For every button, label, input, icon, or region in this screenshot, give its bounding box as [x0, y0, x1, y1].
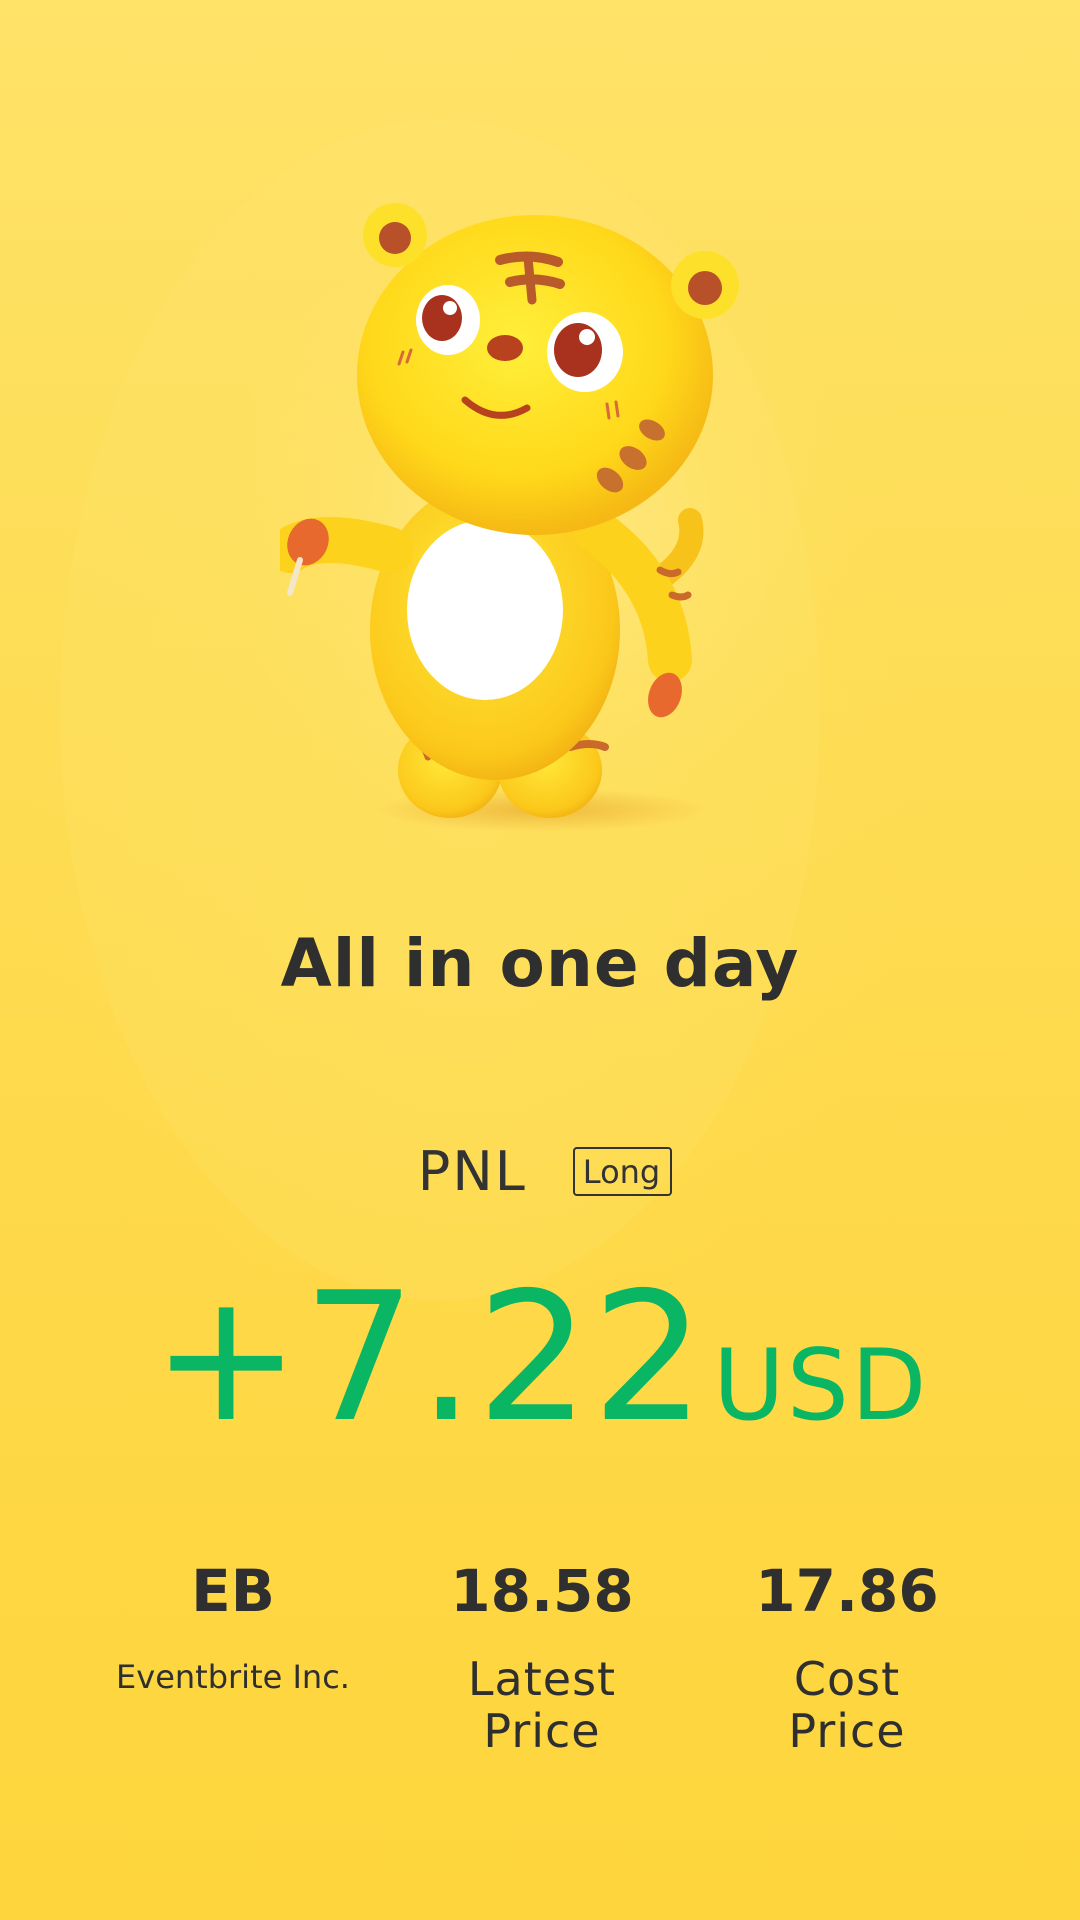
- position-badge: Long: [572, 1147, 673, 1196]
- latest-price-label: Latest Price: [392, 1653, 692, 1757]
- pnl-amount-value: +7.22: [151, 1254, 708, 1461]
- stat-cost-price: 17.86 Cost Price: [697, 1553, 997, 1757]
- stat-latest-price: 18.58 Latest Price: [392, 1553, 692, 1757]
- page-title: All in one day: [280, 925, 800, 1002]
- stat-symbol: EB Eventbrite Inc.: [83, 1553, 383, 1697]
- pnl-amount: +7.22 USD: [0, 1268, 1080, 1448]
- pnl-amount-currency: USD: [713, 1329, 929, 1443]
- cost-price-value: 17.86: [755, 1557, 939, 1625]
- stock-symbol: EB: [191, 1557, 275, 1625]
- cost-price-label: Cost Price: [697, 1653, 997, 1757]
- stock-name: Eventbrite Inc.: [116, 1658, 350, 1696]
- latest-price-label-line1: Latest: [467, 1652, 617, 1706]
- pnl-label: PNL: [417, 1140, 527, 1203]
- latest-price-value: 18.58: [450, 1557, 634, 1625]
- tiger-mascot-icon: [280, 190, 780, 840]
- cost-price-label-line1: Cost: [793, 1652, 901, 1706]
- cost-price-label-line2: Price: [788, 1704, 906, 1758]
- latest-price-label-line2: Price: [483, 1704, 601, 1758]
- pnl-header: PNL Long: [0, 1140, 1080, 1203]
